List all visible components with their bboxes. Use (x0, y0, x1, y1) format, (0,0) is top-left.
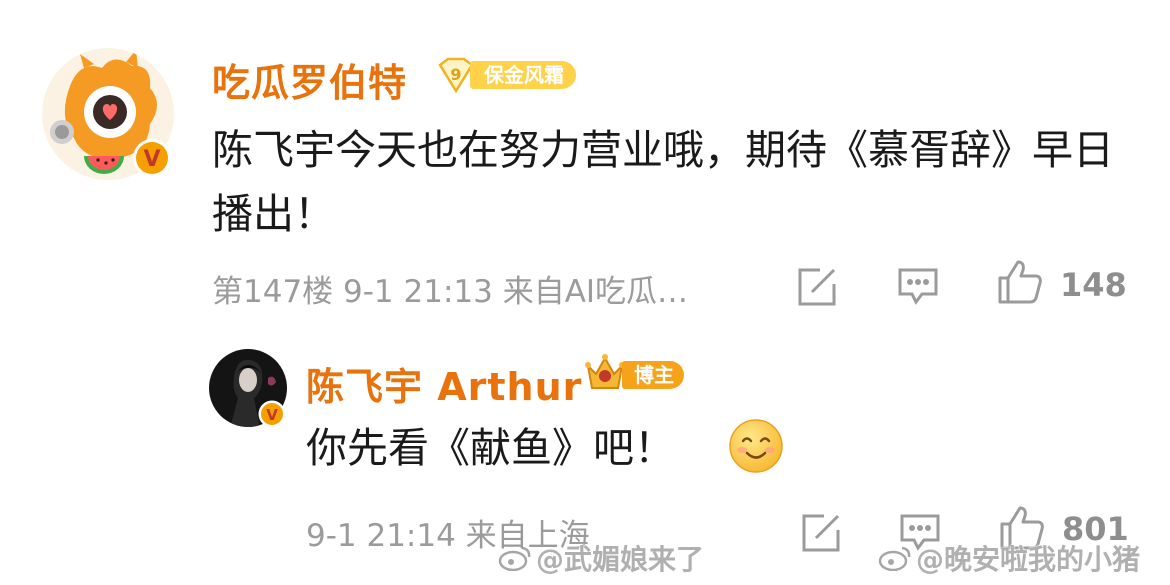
reply-username[interactable]: 陈飞宇 Arthur (306, 356, 582, 411)
blogger-badge: 博主 (582, 352, 694, 394)
fan-level-badge[interactable]: 9 保金风霜 (436, 57, 586, 94)
fan-badge-label: 保金风霜 (470, 61, 576, 89)
svg-text:V: V (143, 147, 160, 172)
watermark: @晚安啦我的小猪 (878, 538, 1140, 578)
weibo-logo-icon (498, 545, 532, 578)
watermark: @武媚娘来了 (498, 538, 704, 578)
commenter-username[interactable]: 吃瓜罗伯特 (212, 52, 407, 107)
comment-text: 陈飞宇今天也在努力营业哦，期待《慕胥辞》早日播出！ (212, 126, 1114, 238)
comment-icon[interactable] (896, 266, 940, 306)
verified-badge: V (132, 138, 172, 178)
repost-edit-icon[interactable] (796, 266, 838, 308)
like-thumb-icon[interactable] (996, 258, 1044, 306)
like-count: 148 (1060, 266, 1127, 304)
watermark-text: @晚安啦我的小猪 (916, 543, 1141, 576)
comment-meta: 第147楼 9-1 21:13 来自AI吃瓜… (212, 274, 689, 310)
verified-badge: V (258, 400, 286, 428)
repost-edit-icon[interactable] (800, 512, 842, 554)
watermark-text: @武媚娘来了 (536, 543, 705, 576)
svg-text:V: V (266, 406, 278, 424)
smile-emoji-icon (728, 418, 784, 474)
blogger-badge-label: 博主 (622, 361, 684, 389)
svg-text:9: 9 (450, 65, 461, 84)
reply-text: 你先看《献鱼》吧！ (306, 424, 675, 472)
weibo-logo-icon (878, 545, 912, 578)
